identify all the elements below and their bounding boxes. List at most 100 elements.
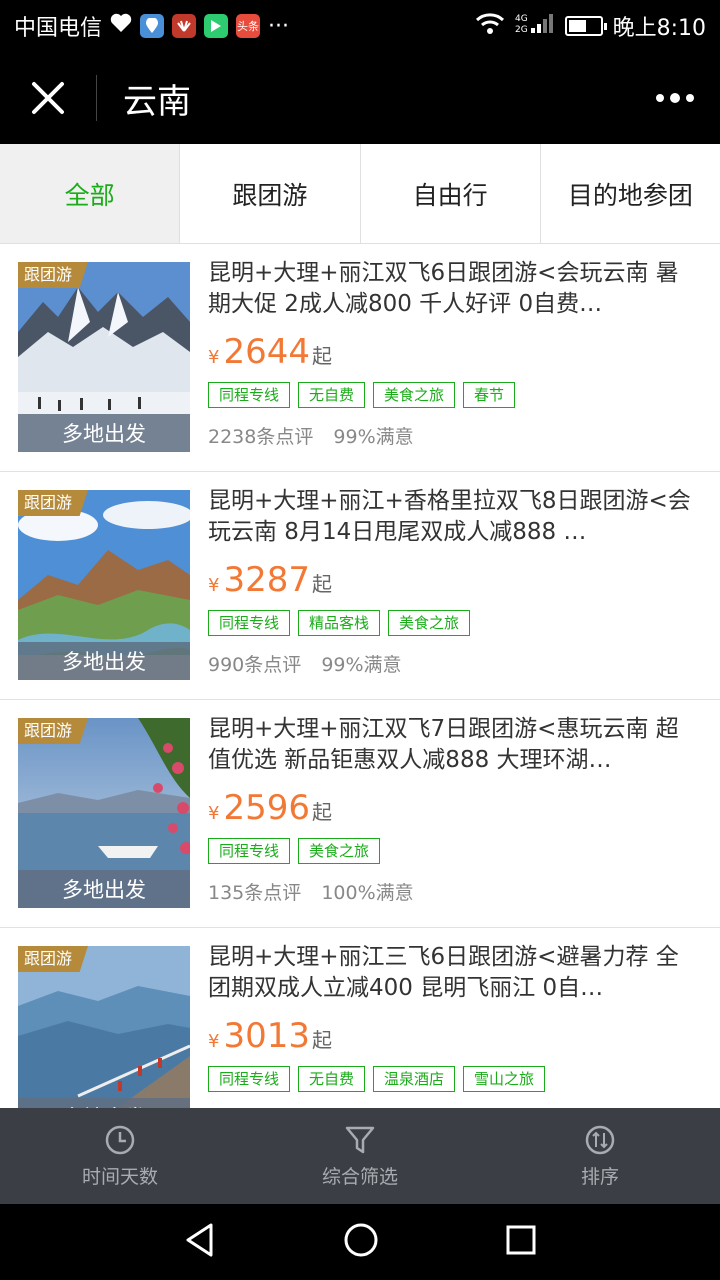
- product-title[interactable]: 昆明+大理+丽江+香格里拉双飞8日跟团游<会玩云南 8月14日甩尾双成人减888…: [208, 486, 698, 548]
- feature-tag: 无自费: [298, 382, 366, 408]
- recents-button[interactable]: [505, 1224, 537, 1260]
- sort-button[interactable]: 排序: [480, 1108, 720, 1204]
- tour-type-badge: 跟团游: [18, 490, 89, 516]
- tab-free-travel[interactable]: 自由行: [361, 144, 541, 243]
- category-tabs: 全部 跟团游 自由行 目的地参团: [0, 144, 720, 244]
- product-thumbnail: 跟团游 多地出发: [18, 490, 190, 680]
- feature-tag: 同程专线: [208, 1066, 291, 1092]
- tab-group-tour[interactable]: 跟团游: [180, 144, 361, 243]
- currency-symbol: ¥: [208, 575, 220, 596]
- product-card[interactable]: 跟团游 多地出发 昆明+大理+丽江双飞7日跟团游<惠玩云南 超值优选 新品钜惠双…: [0, 700, 720, 928]
- review-count: 135条点评: [208, 882, 302, 904]
- more-options-button[interactable]: [630, 52, 720, 144]
- maps-app-icon: [140, 14, 165, 38]
- feature-tag: 温泉酒店: [373, 1066, 456, 1092]
- review-summary: 990条点评 99%满意: [208, 650, 698, 677]
- feature-tag: 美食之旅: [298, 838, 381, 864]
- toutiao-app-icon: 头条: [236, 14, 261, 38]
- satisfaction-rate: 99%满意: [333, 426, 414, 448]
- wifi-icon: [475, 12, 505, 40]
- filter-toolbar: 时间天数 综合筛选 排序: [0, 1108, 720, 1204]
- product-title[interactable]: 昆明+大理+丽江双飞6日跟团游<会玩云南 暑期大促 2成人减800 千人好评 0…: [208, 258, 698, 320]
- back-button[interactable]: [183, 1222, 217, 1262]
- product-card[interactable]: 跟团游 多地出发 昆明+大理+丽江三飞6日跟团游<避暑力荐 全团期双成人立减40…: [0, 928, 720, 1108]
- departure-label: 多地出发: [18, 1098, 190, 1108]
- product-thumbnail: 跟团游 多地出发: [18, 262, 190, 452]
- currency-symbol: ¥: [208, 803, 220, 824]
- price-row: ¥ 2596 起: [208, 788, 698, 828]
- tab-all[interactable]: 全部: [0, 144, 181, 243]
- filter-icon: [345, 1126, 375, 1153]
- sort-icon: [585, 1125, 615, 1154]
- feature-tags: 同程专线 无自费 美食之旅 春节: [208, 382, 698, 410]
- sort-label: 排序: [580, 1165, 619, 1188]
- feature-tags: 同程专线 美食之旅: [208, 838, 698, 866]
- review-count: 990条点评: [208, 654, 302, 676]
- combined-filter-button[interactable]: 综合筛选: [240, 1108, 480, 1204]
- page-title: 云南: [123, 81, 191, 122]
- feature-tag: 美食之旅: [388, 610, 471, 636]
- price-suffix: 起: [311, 1028, 332, 1052]
- price-row: ¥ 3287 起: [208, 560, 698, 600]
- signal-strength-icon: 4G 2G: [515, 12, 555, 40]
- price-suffix: 起: [311, 800, 332, 824]
- carrier-label: 中国电信: [14, 16, 103, 41]
- product-card[interactable]: 跟团游 多地出发 昆明+大理+丽江+香格里拉双飞8日跟团游<会玩云南 8月14日…: [0, 472, 720, 700]
- product-list: 跟团游 多地出发 昆明+大理+丽江双飞6日跟团游<会玩云南 暑期大促 2成人减8…: [0, 244, 720, 1108]
- product-card[interactable]: 跟团游 多地出发 昆明+大理+丽江双飞6日跟团游<会玩云南 暑期大促 2成人减8…: [0, 244, 720, 472]
- currency-symbol: ¥: [208, 1031, 220, 1052]
- product-thumbnail: 跟团游 多地出发: [18, 946, 190, 1108]
- more-dot-icon: [686, 94, 694, 102]
- satisfaction-rate: 100%满意: [321, 882, 414, 904]
- more-dot-icon: [670, 93, 680, 103]
- tour-type-badge: 跟团游: [18, 946, 89, 972]
- close-icon: [32, 82, 64, 114]
- review-count: 2238条点评: [208, 426, 314, 448]
- price-row: ¥ 3013 起: [208, 1016, 698, 1056]
- feature-tags: 同程专线 精品客栈 美食之旅: [208, 610, 698, 638]
- feature-tag: 精品客栈: [298, 610, 381, 636]
- departure-label: 多地出发: [18, 870, 190, 908]
- price-row: ¥ 2644 起: [208, 332, 698, 372]
- feature-tag: 无自费: [298, 1066, 366, 1092]
- recents-square-icon: [506, 1225, 536, 1255]
- back-triangle-icon: [186, 1223, 213, 1257]
- product-price: 3013: [223, 1016, 310, 1056]
- product-price: 3287: [223, 560, 310, 600]
- battery-icon: [564, 16, 607, 36]
- home-button[interactable]: [343, 1222, 379, 1262]
- huawei-app-icon: [172, 14, 197, 38]
- feature-tag: 同程专线: [208, 838, 291, 864]
- combined-filter-label: 综合筛选: [321, 1165, 398, 1188]
- clock-time: 晚上8:10: [612, 16, 706, 41]
- departure-label: 多地出发: [18, 642, 190, 680]
- feature-tag: 美食之旅: [373, 382, 456, 408]
- satisfaction-rate: 99%满意: [321, 654, 402, 676]
- nav-bar: 云南: [0, 52, 720, 144]
- product-title[interactable]: 昆明+大理+丽江三飞6日跟团游<避暑力荐 全团期双成人立减400 昆明飞丽江 0…: [208, 942, 698, 1004]
- product-title[interactable]: 昆明+大理+丽江双飞7日跟团游<惠玩云南 超值优选 新品钜惠双人减888 大理环…: [208, 714, 698, 776]
- feature-tag: 春节: [463, 382, 516, 408]
- price-suffix: 起: [311, 344, 332, 368]
- currency-symbol: ¥: [208, 347, 220, 368]
- more-notifications-icon: ···: [268, 13, 289, 39]
- tour-type-badge: 跟团游: [18, 718, 89, 744]
- duration-filter-button[interactable]: 时间天数: [0, 1108, 240, 1204]
- review-summary: 135条点评 100%满意: [208, 878, 698, 905]
- close-button[interactable]: [0, 52, 96, 144]
- clock-icon: [105, 1125, 135, 1154]
- feature-tag: 雪山之旅: [463, 1066, 546, 1092]
- feature-tag: 同程专线: [208, 610, 291, 636]
- home-circle-icon: [344, 1223, 378, 1257]
- status-bar: 中国电信 头条 ··· 4G 2G 晚上8:10: [0, 0, 720, 52]
- duration-filter-label: 时间天数: [81, 1165, 158, 1188]
- system-navigation-bar: [0, 1204, 720, 1280]
- product-thumbnail: 跟团游 多地出发: [18, 718, 190, 908]
- svg-text:2G: 2G: [515, 25, 528, 34]
- tab-local-join[interactable]: 目的地参团: [541, 144, 720, 243]
- review-summary: 2238条点评 99%满意: [208, 422, 698, 449]
- product-price: 2596: [223, 788, 310, 828]
- play-store-icon: [204, 14, 229, 38]
- tour-type-badge: 跟团游: [18, 262, 89, 288]
- svg-text:4G: 4G: [515, 14, 528, 24]
